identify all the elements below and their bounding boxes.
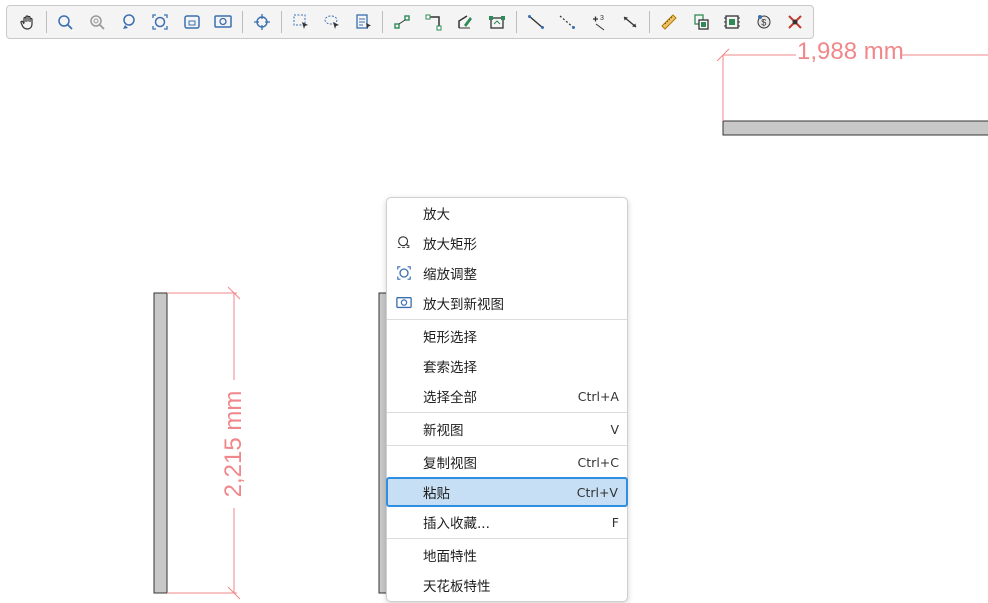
menu-separator bbox=[387, 445, 627, 446]
menu-separator bbox=[387, 319, 627, 320]
menu-item[interactable]: 套索选择 bbox=[387, 351, 627, 381]
menu-item[interactable]: 复制视图 Ctrl+C bbox=[387, 447, 627, 477]
menu-item[interactable]: 放大到新视图 bbox=[387, 288, 627, 318]
menu-item-label: 地面特性 bbox=[423, 549, 477, 565]
menu-item-label: 插入收藏... bbox=[423, 516, 490, 532]
wall-left[interactable] bbox=[153, 292, 168, 594]
zoom-fit-icon bbox=[395, 265, 413, 281]
menu-item-shortcut: Ctrl+A bbox=[577, 388, 619, 404]
menu-item-label: 粘贴 bbox=[423, 486, 450, 502]
menu-item-label: 矩形选择 bbox=[423, 330, 477, 346]
menu-item-label: 复制视图 bbox=[423, 456, 477, 472]
menu-item-label: 放大矩形 bbox=[423, 237, 477, 253]
menu-item-shortcut: V bbox=[610, 421, 619, 437]
menu-item[interactable]: 选择全部 Ctrl+A bbox=[387, 381, 627, 411]
zoom-new-view-icon bbox=[395, 295, 413, 311]
zoom-rect-icon bbox=[395, 235, 413, 251]
menu-item-label: 套索选择 bbox=[423, 360, 477, 376]
menu-item-label: 放大到新视图 bbox=[423, 297, 504, 313]
menu-item-shortcut: Ctrl+V bbox=[576, 484, 618, 500]
menu-item[interactable]: 放大 bbox=[387, 198, 627, 228]
context-menu: 放大放大矩形缩放调整放大到新视图 矩形选择套索选择选择全部 Ctrl+A 新视图 V 复制… bbox=[386, 197, 628, 602]
dimension-left-label: 2,215 mm bbox=[220, 390, 247, 498]
menu-item[interactable]: 插入收藏... F bbox=[387, 507, 627, 537]
menu-item[interactable]: 矩形选择 bbox=[387, 321, 627, 351]
menu-item-shortcut: F bbox=[611, 514, 619, 530]
menu-separator bbox=[387, 538, 627, 539]
menu-item[interactable]: 放大矩形 bbox=[387, 228, 627, 258]
dimension-top-label: 1,988 mm bbox=[797, 38, 904, 65]
menu-item-label: 选择全部 bbox=[423, 390, 477, 406]
menu-item[interactable]: 粘贴 Ctrl+V bbox=[386, 477, 628, 507]
menu-item[interactable]: 新视图 V bbox=[387, 414, 627, 444]
menu-item-label: 缩放调整 bbox=[423, 267, 477, 283]
wall-top[interactable] bbox=[722, 120, 988, 136]
menu-item-label: 新视图 bbox=[423, 423, 464, 439]
menu-item-label: 天花板特性 bbox=[423, 579, 491, 595]
menu-item-shortcut: Ctrl+C bbox=[577, 454, 619, 470]
menu-item[interactable]: 缩放调整 bbox=[387, 258, 627, 288]
menu-item[interactable]: 地面特性 bbox=[387, 540, 627, 570]
menu-item-label: 放大 bbox=[423, 207, 450, 223]
menu-item[interactable]: 天花板特性 bbox=[387, 570, 627, 600]
menu-separator bbox=[387, 412, 627, 413]
